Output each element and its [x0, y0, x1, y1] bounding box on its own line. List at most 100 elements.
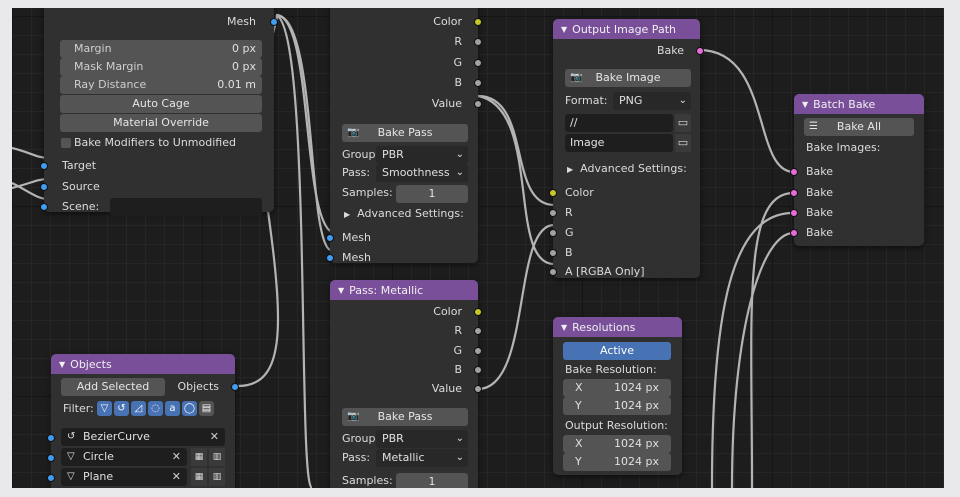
objects-node[interactable]: ▼ Objects Add Selected Objects Filter: ▽ ↺…	[47, 354, 239, 488]
collapse-arrow-icon[interactable]: ▼	[802, 100, 808, 109]
object-socket-2[interactable]	[47, 454, 55, 462]
batch-bake-node[interactable]: ▼ Batch Bake ☰ Bake All Bake Images: Bake…	[790, 94, 924, 246]
samples-field[interactable]: 1	[396, 185, 468, 203]
bake-pass-button[interactable]: 📷 Bake Pass	[342, 124, 468, 142]
collapse-arrow-icon[interactable]: ▼	[338, 286, 344, 295]
format-dropdown[interactable]: PNG ⌄	[613, 92, 691, 110]
close-icon[interactable]: ✕	[172, 468, 181, 486]
g-output-socket[interactable]	[474, 59, 482, 67]
resolutions-node[interactable]: ▼ Resolutions Active Bake Resolution: X 1…	[553, 317, 682, 475]
mesh-filter-icon[interactable]: ▽	[97, 401, 112, 416]
bake-y-field[interactable]: Y 1024 px	[563, 397, 671, 415]
value-output-socket[interactable]	[474, 100, 482, 108]
group-dropdown[interactable]: PBR ⌄	[376, 146, 468, 164]
mask-margin-field[interactable]: Mask Margin 0 px	[60, 58, 262, 76]
color-output-socket[interactable]	[474, 18, 482, 26]
bake-input-socket-3[interactable]	[790, 209, 798, 217]
object-field-plane[interactable]: ▽ Plane ✕	[61, 468, 187, 486]
source-input-socket[interactable]	[40, 183, 48, 191]
dropper-icon[interactable]: ▥	[209, 448, 225, 466]
node-header[interactable]: ▼ Output Image Path	[553, 19, 700, 39]
close-icon[interactable]: ✕	[172, 448, 181, 466]
objects-output-socket[interactable]	[231, 383, 239, 391]
node-header[interactable]: ▼ Pass: Metallic	[330, 280, 478, 300]
curve-filter-icon[interactable]: ↺	[114, 401, 129, 416]
advanced-settings-toggle[interactable]: ▶ Advanced Settings:	[567, 160, 687, 179]
bake-images-label: Bake Images:	[806, 141, 881, 154]
bake-x-label: X	[575, 381, 583, 394]
g-output-socket[interactable]	[474, 347, 482, 355]
scene-field[interactable]	[110, 198, 262, 216]
object-socket-1[interactable]	[47, 434, 55, 442]
object-field-beziercurve[interactable]: ↺ BezierCurve ✕	[61, 428, 225, 446]
mesh-output-socket[interactable]	[270, 18, 278, 26]
b-output-socket[interactable]	[474, 366, 482, 374]
bake-x-field[interactable]: X 1024 px	[563, 379, 671, 397]
surface-filter-icon[interactable]: ◿	[131, 401, 146, 416]
samples-field[interactable]: 1	[396, 473, 468, 488]
b-input-socket[interactable]	[549, 249, 557, 257]
bake-all-button[interactable]: ☰ Bake All	[804, 118, 914, 136]
ray-distance-field[interactable]: Ray Distance 0.01 m	[60, 76, 262, 94]
meta-filter-icon[interactable]: ◌	[148, 401, 163, 416]
checker-icon[interactable]: ▦	[191, 448, 207, 466]
color-output-socket[interactable]	[474, 308, 482, 316]
bake-image-button[interactable]: 📷 Bake Image	[565, 69, 691, 87]
mesh-input-socket[interactable]	[326, 234, 334, 242]
value-output-socket[interactable]	[474, 385, 482, 393]
collapse-arrow-icon[interactable]: ▼	[59, 360, 65, 369]
group-dropdown[interactable]: PBR ⌄	[376, 430, 468, 448]
bake-input-socket-2[interactable]	[790, 189, 798, 197]
object-socket-3[interactable]	[47, 474, 55, 482]
active-button[interactable]: Active	[563, 342, 671, 360]
dropper-icon[interactable]: ▥	[209, 468, 225, 486]
pass-dropdown[interactable]: Smoothness ⌄	[376, 164, 468, 182]
folder-icon[interactable]: ▭	[675, 114, 691, 132]
out-x-field[interactable]: X 1024 px	[563, 435, 671, 453]
margin-field[interactable]: Margin 0 px	[60, 40, 262, 58]
collapse-arrow-icon: ▶	[344, 210, 351, 219]
bake-pass-node[interactable]: Color R G B Value 📷 Bake Pass Group: PBR…	[326, 8, 482, 264]
light-filter-icon[interactable]: ◯	[182, 401, 197, 416]
bake-pass-button[interactable]: 📷 Bake Pass	[342, 408, 468, 426]
r-output-socket[interactable]	[474, 38, 482, 46]
text-filter-icon[interactable]: a	[165, 401, 180, 416]
close-icon[interactable]: ✕	[210, 428, 219, 446]
node-header[interactable]: ▼ Resolutions	[553, 317, 682, 337]
r-input-socket[interactable]	[549, 209, 557, 217]
a-input-socket[interactable]	[549, 268, 557, 276]
advanced-settings-toggle[interactable]: ▶ Advanced Settings:	[344, 205, 464, 224]
object-field-circle[interactable]: ▽ Circle ✕	[61, 448, 187, 466]
node-header[interactable]: ▼ Batch Bake	[794, 94, 924, 114]
material-override-toggle[interactable]: Material Override	[60, 114, 262, 132]
b-output-socket[interactable]	[474, 79, 482, 87]
bake-input-socket-1[interactable]	[790, 168, 798, 176]
bake-modifiers-checkbox[interactable]	[61, 138, 71, 148]
node-header[interactable]: ▼ Objects	[51, 354, 235, 374]
target-input-socket[interactable]	[40, 162, 48, 170]
image-name-field[interactable]: Image	[565, 134, 673, 152]
mesh-input-socket-2[interactable]	[326, 254, 334, 262]
node-editor-canvas[interactable]: Mesh Margin 0 px Mask Margin 0 px Ray Di…	[12, 8, 944, 488]
r-output-socket[interactable]	[474, 327, 482, 335]
output-image-path-node[interactable]: ▼ Output Image Path Bake 📷 Bake Image For…	[549, 19, 704, 278]
dropdown-chevron-icon: ⌄	[455, 149, 464, 160]
pass-dropdown[interactable]: Metallic ⌄	[376, 449, 468, 467]
color-input-socket[interactable]	[549, 189, 557, 197]
bake-settings-node[interactable]: Mesh Margin 0 px Mask Margin 0 px Ray Di…	[40, 8, 278, 216]
bake-input-socket-4[interactable]	[790, 229, 798, 237]
g-input-socket[interactable]	[549, 229, 557, 237]
bake-output-socket[interactable]	[696, 47, 704, 55]
collapse-arrow-icon[interactable]: ▼	[561, 25, 567, 34]
checker-icon[interactable]: ▦	[191, 468, 207, 486]
auto-cage-toggle[interactable]: Auto Cage	[60, 95, 262, 113]
path-field[interactable]: //	[565, 114, 673, 132]
add-selected-button[interactable]: Add Selected	[61, 378, 165, 396]
scene-input-socket[interactable]	[40, 203, 48, 211]
out-y-field[interactable]: Y 1024 px	[563, 453, 671, 471]
folder-icon[interactable]: ▭	[675, 134, 691, 152]
pass-metallic-node[interactable]: ▼ Pass: Metallic Color R G B Value 📷 Bake…	[330, 280, 482, 488]
other-filter-icon[interactable]: ▤	[199, 401, 214, 416]
collapse-arrow-icon[interactable]: ▼	[561, 323, 567, 332]
color-output-label: Color	[433, 15, 462, 28]
